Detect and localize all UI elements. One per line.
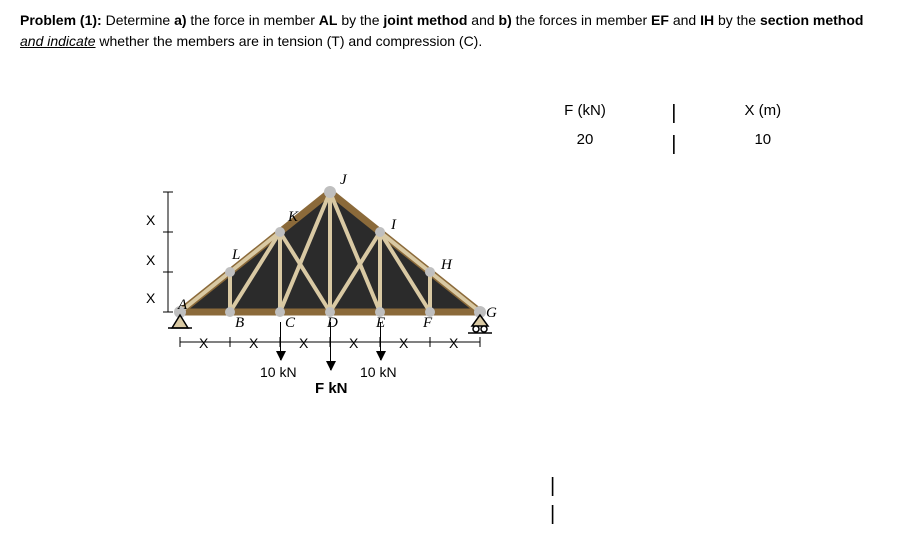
dim-x-h3: X [299,335,308,351]
part-b-label: b) [499,12,512,28]
member-al: AL [319,12,338,28]
joint-G: G [486,305,497,322]
sep1: | [664,102,684,125]
dim-x-h1: X [199,335,208,351]
joint-D: D [327,315,338,332]
force-arrow-E [380,322,381,360]
force-10kn-2: 10 kN [360,364,397,380]
joint-A: A [178,297,187,314]
data-table: F (kN) 20 | | X (m) 10 [510,102,890,156]
by-joint: by the [341,12,379,28]
joint-C: C [285,315,295,332]
by-section: by the [718,12,756,28]
dim-vertical-line [158,182,178,342]
joint-F: F [423,315,432,332]
dim-x-v3: X [146,290,155,306]
dim-x-h5: X [399,335,408,351]
and-text: and [471,12,494,28]
joint-J: J [340,172,347,189]
force-FkN: F kN [315,380,348,397]
indicate-underline: and indicate [20,33,96,49]
problem-label: Problem (1): [20,12,102,28]
dim-x-v1: X [146,212,155,228]
val-f: 20 [510,131,660,148]
force-10kn-1: 10 kN [260,364,297,380]
joint-K: K [288,209,298,226]
joint-H: H [441,257,452,274]
part-a-text: the force in member [190,12,315,28]
bar1: | [550,472,555,500]
dim-x-h2: X [249,335,258,351]
joint-B: B [235,315,244,332]
member-ih: IH [700,12,714,28]
force-arrow-D [330,322,331,370]
head-x: X (m) [688,102,838,119]
dim-x-h6: X [449,335,458,351]
force-arrow-C [280,322,281,360]
joint-I: I [391,217,396,234]
part-a-label: a) [174,12,186,28]
joint-method: joint method [383,12,467,28]
val-x: 10 [688,131,838,148]
head-f: F (kN) [510,102,660,119]
part-b-text: the forces in member [516,12,648,28]
bottom-marks: | | [550,472,555,528]
joint-L: L [232,247,240,264]
problem-intro: Determine [106,12,171,28]
indicate-rest: whether the members are in tension (T) a… [99,33,482,49]
dim-x-v2: X [146,252,155,268]
and2-text: and [673,12,696,28]
truss-diagram: A B C D E F G H I J K L X X X X X X X [160,122,500,422]
sep2: | [664,133,684,156]
problem-statement: Problem (1): Determine a) the force in m… [20,10,877,52]
dim-x-h4: X [349,335,358,351]
member-ef: EF [651,12,669,28]
section-method: section method [760,12,863,28]
bar2: | [550,500,555,528]
